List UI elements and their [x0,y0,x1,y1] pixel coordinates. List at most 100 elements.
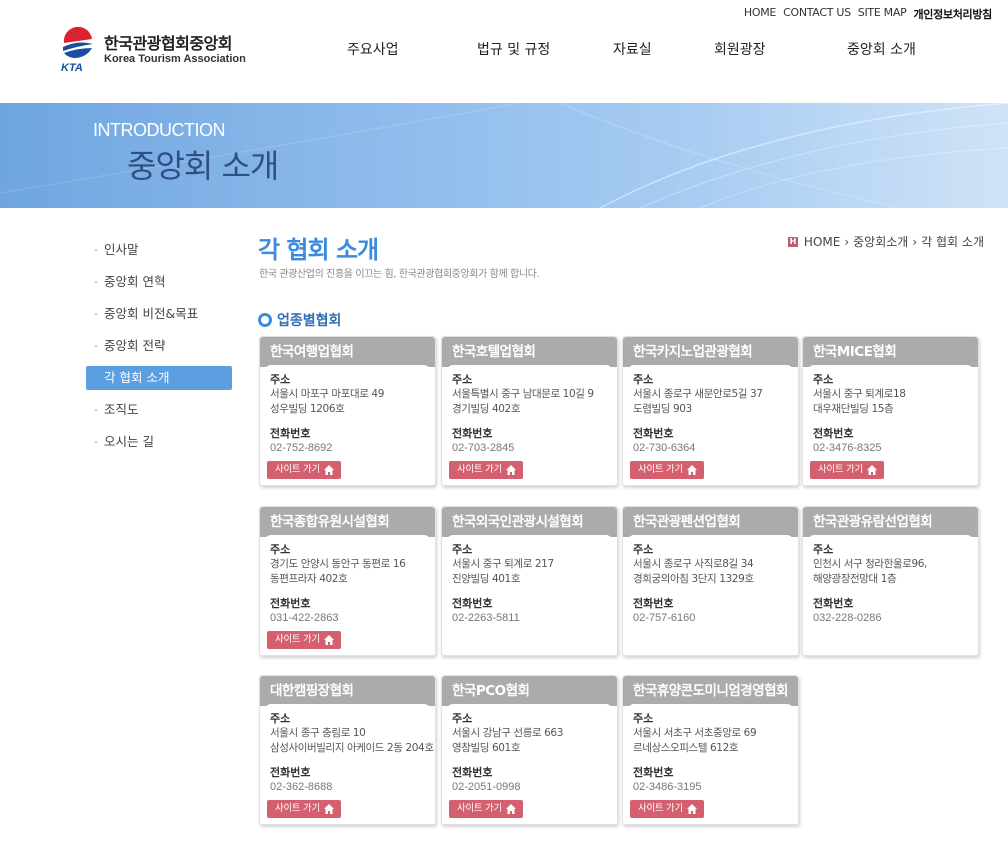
visit-site-button[interactable]: 사이트 가기 [449,800,523,818]
association-name: 한국외국인관광시설협회 [442,507,617,537]
house-icon [506,465,516,475]
association-info: 주소 인천시 서구 청라한울로96, 해양광장전망대 1층 전화번호 032-2… [808,535,973,655]
phone-label: 전화번호 [633,766,674,779]
gnb-item-main-business[interactable]: 주요사업 [347,39,399,59]
visit-site-label: 사이트 가기 [275,464,320,475]
home-icon: H [787,236,798,247]
visit-site-label: 사이트 가기 [275,634,320,645]
phone-number: 02-2263-5811 [452,612,520,624]
sub-nav-item-directions[interactable]: 오시는 길 [86,430,236,454]
association-card: 대한캠핑장협회 주소 서울시 종구 충림로 10 삼성사이버빌리지 아케이드 2… [259,675,436,825]
sub-nav-item-strategy[interactable]: 중앙회 전략 [86,334,236,358]
phone-label: 전화번호 [270,766,311,779]
page-description: 한국 관광산업의 진흥을 이끄는 힘, 한국관광협회중앙회가 함께 합니다. [259,269,540,280]
util-sitemap-link[interactable]: SITE MAP [858,6,907,22]
phone-label: 전화번호 [813,597,854,610]
association-card: 한국외국인관광시설협회 주소 서울시 중구 퇴계로 217 진양빌딩 401호 … [441,506,618,656]
address-line-2: 대우재단빌딩 15층 [813,403,894,415]
association-info: 주소 서울시 강남구 선릉로 663 영창빌딩 601호 전화번호 02-205… [447,704,612,824]
gnb-item-archive[interactable]: 자료실 [613,39,652,59]
visit-site-button[interactable]: 사이트 가기 [810,461,884,479]
association-card: 한국카지노업관광협회 주소 서울시 종로구 새문안로5길 37 도렴빌딩 903… [622,336,799,486]
visit-site-button[interactable]: 사이트 가기 [630,461,704,479]
sub-nav-item-vision[interactable]: 중앙회 비전&목표 [86,302,236,326]
address-label: 주소 [452,712,473,725]
address-line-1: 인천시 서구 청라한울로96, [813,558,927,570]
association-info: 주소 서울시 종로구 사직로8길 34 경희궁의아침 3단지 1329호 전화번… [628,535,793,655]
util-home-link[interactable]: HOME [744,6,776,22]
address-line-2: 도렴빌딩 903 [633,403,692,415]
sub-nav-item-greeting[interactable]: 인사말 [86,238,236,262]
association-card: 한국관광펜션업협회 주소 서울시 종로구 사직로8길 34 경희궁의아침 3단지… [622,506,799,656]
chevron-right-icon: › [912,234,918,249]
circle-bullet-icon [258,313,272,327]
address-line-1: 서울특별시 중구 남대문로 10길 9 [452,388,594,400]
visit-site-button[interactable]: 사이트 가기 [267,631,341,649]
association-card: 한국호텔업협회 주소 서울특별시 중구 남대문로 10길 9 경기빌딩 402호… [441,336,618,486]
address-line-2: 동편프라자 402호 [270,573,348,585]
visit-site-label: 사이트 가기 [457,803,502,814]
page-title: 각 협회 소개 [258,236,379,264]
breadcrumb-about[interactable]: 중앙회소개 [853,233,908,250]
house-icon [506,804,516,814]
address-line-2: 성우빌딩 1206호 [270,403,345,415]
association-info: 주소 경기도 안양시 동안구 동편로 16 동편프라자 402호 전화번호 03… [265,535,430,655]
phone-number: 02-730-6364 [633,442,696,454]
visit-site-button[interactable]: 사이트 가기 [267,461,341,479]
global-nav: 주요사업 법규 및 규정 자료실 회원광장 중앙회 소개 [0,39,1008,59]
visit-site-label: 사이트 가기 [638,803,683,814]
visit-site-label: 사이트 가기 [818,464,863,475]
association-name: 한국휴양콘도미니엄경영협회 [623,676,798,706]
address-label: 주소 [452,543,473,556]
association-info: 주소 서울시 종로구 새문안로5길 37 도렴빌딩 903 전화번호 02-73… [628,365,793,485]
address-label: 주소 [813,373,834,386]
association-name: 한국관광유람선업협회 [803,507,978,537]
phone-label: 전화번호 [633,427,674,440]
house-icon [324,465,334,475]
visit-site-button[interactable]: 사이트 가기 [630,800,704,818]
association-name: 한국여행업협회 [260,337,435,367]
sub-nav-item-org-chart[interactable]: 조직도 [86,398,236,422]
sub-nav-item-associations[interactable]: 각 협회 소개 [86,366,232,390]
association-name: 한국MICE협회 [803,337,978,367]
visit-site-button[interactable]: 사이트 가기 [449,461,523,479]
address-line-2: 르네상스오피스텔 612호 [633,742,739,754]
section-title: 업종별협회 [258,310,341,330]
visit-site-label: 사이트 가기 [457,464,502,475]
util-contact-link[interactable]: CONTACT US [783,6,851,22]
house-icon [324,635,334,645]
gnb-item-about[interactable]: 중앙회 소개 [847,39,916,59]
association-info: 주소 서울시 중구 퇴계로18 대우재단빌딩 15층 전화번호 02-3476-… [808,365,973,485]
breadcrumb-home[interactable]: HOME [804,235,840,249]
phone-number: 032-228-0286 [813,612,882,624]
house-icon [867,465,877,475]
utility-links: HOME CONTACT US SITE MAP 개인정보처리방침 [744,6,992,22]
address-line-1: 서울시 중구 퇴계로 217 [452,558,554,570]
address-line-2: 진양빌딩 401호 [452,573,521,585]
address-line-1: 서울시 서초구 서초중앙로 69 [633,727,757,739]
association-info: 주소 서울특별시 중구 남대문로 10길 9 경기빌딩 402호 전화번호 02… [447,365,612,485]
phone-number: 02-752-8692 [270,442,333,454]
association-name: 한국관광펜션업협회 [623,507,798,537]
association-name: 한국카지노업관광협회 [623,337,798,367]
visit-site-button[interactable]: 사이트 가기 [267,800,341,818]
association-name: 한국종합유원시설협회 [260,507,435,537]
phone-label: 전화번호 [633,597,674,610]
association-card: 한국휴양콘도미니엄경영협회 주소 서울시 서초구 서초중앙로 69 르네상스오피… [622,675,799,825]
gnb-item-regulations[interactable]: 법규 및 규정 [477,39,550,59]
phone-label: 전화번호 [452,597,493,610]
visit-site-label: 사이트 가기 [638,464,683,475]
kta-mark: KTA [61,62,83,72]
address-line-1: 서울시 종로구 사직로8길 34 [633,558,754,570]
address-line-1: 서울시 마포구 마포대로 49 [270,388,384,400]
phone-number: 02-2051-0998 [452,781,521,793]
address-line-1: 서울시 종로구 새문안로5길 37 [633,388,763,400]
gnb-item-members[interactable]: 회원광장 [714,39,766,59]
address-line-2: 삼성사이버빌리지 아케이드 2동 204호 [270,742,434,754]
address-label: 주소 [813,543,834,556]
association-card: 한국여행업협회 주소 서울시 마포구 마포대로 49 성우빌딩 1206호 전화… [259,336,436,486]
phone-number: 02-703-2845 [452,442,515,454]
address-label: 주소 [270,373,291,386]
sub-nav-item-history[interactable]: 중앙회 연혁 [86,270,236,294]
util-privacy-link[interactable]: 개인정보처리방침 [913,6,992,22]
